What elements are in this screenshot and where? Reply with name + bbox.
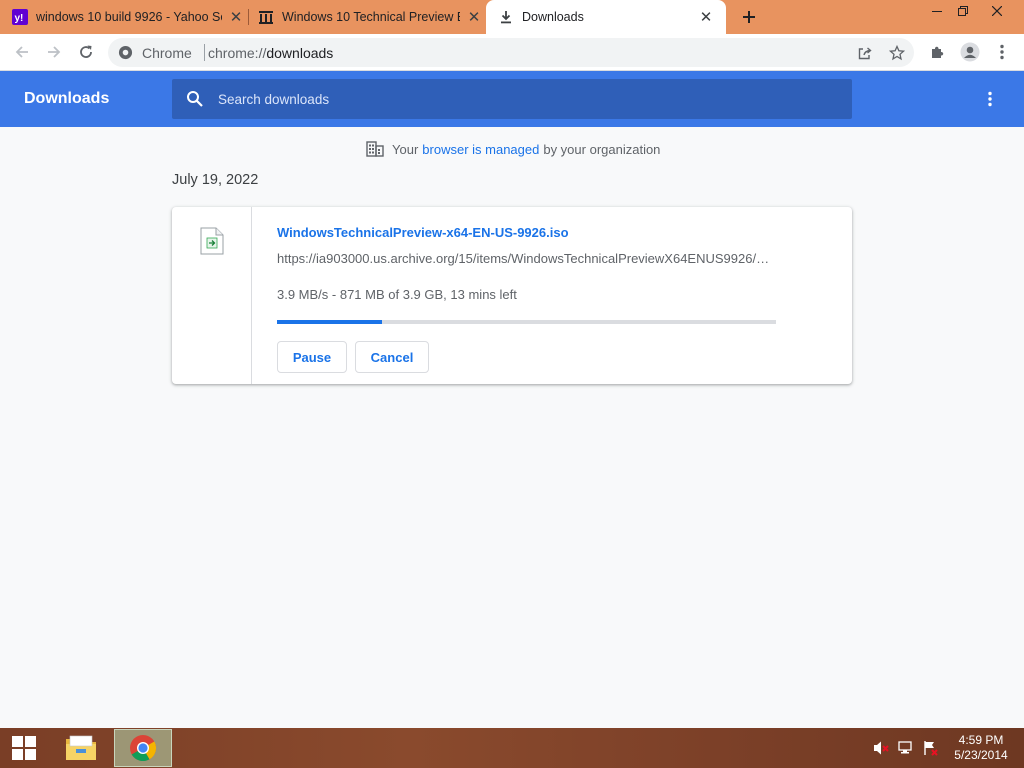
windows-logo-icon: [12, 736, 36, 760]
download-status-text: 3.9 MB/s - 871 MB of 3.9 GB, 13 mins lef…: [277, 287, 517, 302]
managed-text-after: by your organization: [543, 141, 661, 157]
managed-text-before: Your: [392, 141, 419, 157]
minimize-icon: [932, 11, 942, 12]
site-name: Chrome: [142, 45, 192, 61]
search-icon: [187, 91, 203, 107]
tab-title: Windows 10 Technical Preview EN-US: [282, 10, 460, 24]
downloads-header: Downloads: [0, 71, 1024, 127]
omnibox-divider: [204, 44, 205, 61]
download-icon: [498, 9, 514, 25]
chrome-taskbar-button[interactable]: [114, 729, 172, 767]
download-progress-bar: [277, 320, 776, 324]
browser-managed-link[interactable]: browser is managed: [422, 142, 539, 157]
puzzle-icon: [932, 46, 944, 58]
profile-button[interactable]: [956, 38, 984, 66]
address-bar[interactable]: Chrome chrome://downloads: [108, 38, 914, 67]
reload-button[interactable]: [72, 38, 100, 66]
close-icon: [992, 6, 1002, 16]
extensions-button[interactable]: [924, 38, 952, 66]
tab-downloads[interactable]: Downloads ✕: [486, 0, 726, 34]
windows-taskbar: 4:59 PM 5/23/2014: [0, 728, 1024, 768]
tab-separator: [248, 9, 249, 25]
taskbar-clock[interactable]: 4:59 PM 5/23/2014: [946, 733, 1016, 763]
tab-archive[interactable]: Windows 10 Technical Preview EN-US ✕: [258, 0, 482, 34]
close-tab-icon[interactable]: ✕: [466, 9, 482, 26]
title-bar: y! windows 10 build 9926 - Yahoo Search …: [0, 0, 1024, 34]
pause-button[interactable]: Pause: [277, 341, 347, 373]
reload-icon: [80, 45, 92, 58]
file-explorer-taskbar-button[interactable]: [52, 728, 110, 768]
chrome-icon: [118, 45, 133, 60]
restore-icon: [958, 6, 968, 16]
page-title: Downloads: [24, 90, 110, 107]
file-icon: [200, 227, 224, 255]
close-tab-icon[interactable]: ✕: [228, 9, 244, 26]
close-tab-icon[interactable]: ✕: [698, 9, 714, 26]
svg-text:y!: y!: [15, 13, 24, 24]
bookmark-button[interactable]: [886, 42, 908, 64]
yahoo-icon: y!: [12, 9, 28, 25]
folder-icon: [66, 735, 96, 760]
date-heading: July 19, 2022: [172, 172, 259, 188]
star-icon: [889, 45, 905, 61]
more-vert-icon: [988, 91, 992, 107]
network-icon[interactable]: [897, 740, 915, 756]
downloads-menu-button[interactable]: [978, 87, 1002, 111]
archive-icon: [258, 9, 274, 25]
new-tab-button[interactable]: [736, 4, 762, 30]
building-icon: [366, 141, 384, 157]
chrome-icon: [130, 735, 157, 762]
url-text[interactable]: chrome://downloads: [208, 45, 333, 61]
back-arrow-icon: [15, 46, 28, 58]
search-downloads-input[interactable]: [218, 79, 838, 119]
avatar-icon: [960, 42, 980, 62]
tab-title: windows 10 build 9926 - Yahoo Search Res…: [36, 10, 222, 24]
download-file-name-link[interactable]: WindowsTechnicalPreview-x64-EN-US-9926.i…: [277, 225, 569, 240]
forward-button[interactable]: [40, 38, 68, 66]
search-downloads-box[interactable]: [172, 79, 852, 119]
clock-date: 5/23/2014: [954, 748, 1008, 762]
browser-toolbar: Chrome chrome://downloads: [0, 34, 1024, 71]
managed-notice: Your browser is managed by your organiza…: [366, 140, 660, 158]
download-source-url[interactable]: https://ia903000.us.archive.org/15/items…: [277, 251, 777, 266]
more-vert-icon: [1000, 44, 1004, 60]
share-button[interactable]: [854, 42, 876, 64]
share-icon: [858, 47, 872, 60]
start-button[interactable]: [0, 728, 48, 768]
chrome-menu-button[interactable]: [988, 38, 1016, 66]
download-progress-fill: [277, 320, 382, 324]
clock-time: 4:59 PM: [958, 733, 1004, 747]
action-center-flag-icon[interactable]: [922, 740, 940, 756]
file-icon-column: [172, 207, 252, 384]
plus-icon: [743, 11, 755, 23]
download-item-card: WindowsTechnicalPreview-x64-EN-US-9926.i…: [172, 207, 852, 384]
restore-button[interactable]: [946, 0, 980, 22]
cancel-button[interactable]: Cancel: [355, 341, 429, 373]
tab-yahoo-search[interactable]: y! windows 10 build 9926 - Yahoo Search …: [12, 0, 244, 34]
volume-muted-icon[interactable]: [872, 740, 890, 756]
back-button[interactable]: [8, 38, 36, 66]
close-window-button[interactable]: [980, 0, 1014, 22]
tab-title: Downloads: [522, 10, 584, 24]
forward-arrow-icon: [48, 46, 61, 58]
